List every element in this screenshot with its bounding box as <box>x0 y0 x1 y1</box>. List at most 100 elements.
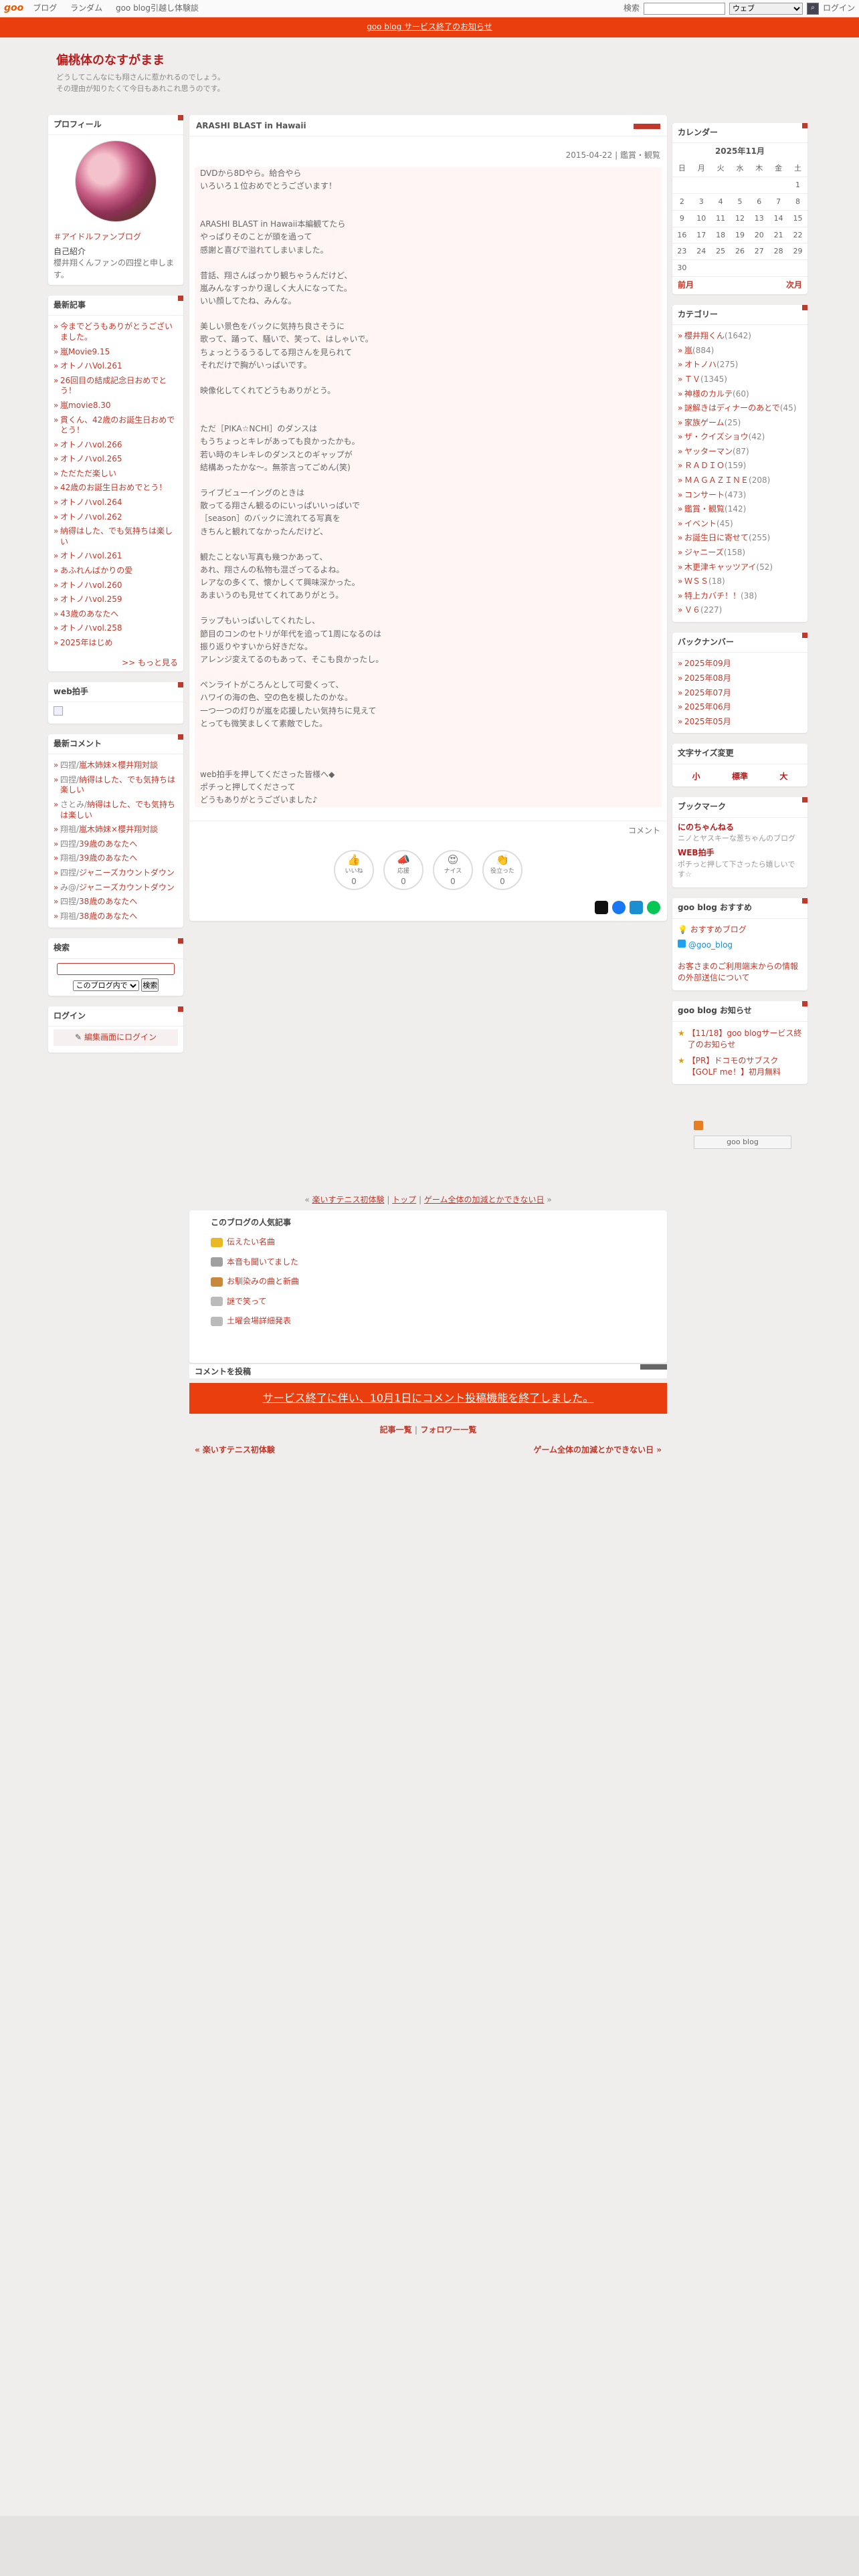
list-item[interactable]: オトノハvol.260 <box>54 578 178 593</box>
recent-post-link[interactable]: 42歳のお誕生日おめでとう！ <box>60 483 167 492</box>
comment-item[interactable]: 翔祖/嵐木姉妹×櫻井翔対談 <box>54 823 178 837</box>
list-item[interactable]: 納得はした、でも気持ちは楽しい <box>54 524 178 549</box>
category-link[interactable]: 櫻井翔くん <box>684 331 725 340</box>
list-item[interactable]: 嵐movie8.30 <box>54 399 178 413</box>
backnumber-item[interactable]: 2025年05月 <box>678 715 802 730</box>
backnumber-link[interactable]: 2025年06月 <box>684 702 731 712</box>
backnumber-link[interactable]: 2025年05月 <box>684 717 731 726</box>
next-entry-link[interactable]: ゲーム全体の加減とかできない日 <box>424 1195 545 1204</box>
nav-migrate[interactable]: goo blog引越し体験談 <box>116 3 199 13</box>
news-link[interactable]: 【11/18】goo blogサービス終了のお知らせ <box>688 1028 802 1051</box>
category-link[interactable]: ザ・クイズショウ <box>684 432 749 441</box>
recent-post-link[interactable]: 貫くん、42歳のお誕生日おめでとう！ <box>60 415 175 435</box>
recent-post-link[interactable]: 26回目の結成記念日おめでとう！ <box>60 376 167 396</box>
prev-entry-link[interactable]: 楽いすテニス初体験 <box>312 1195 384 1204</box>
category-item[interactable]: オトノハ(275) <box>678 358 802 372</box>
recent-post-link[interactable]: 2025年はじめ <box>60 638 113 647</box>
calendar-day[interactable]: 6 <box>749 193 769 211</box>
recent-post-link[interactable]: オトノハvol.265 <box>60 454 122 463</box>
edit-login-text[interactable]: 編集画面にログイン <box>84 1033 157 1042</box>
category-link[interactable]: 神様のカルテ <box>684 389 733 399</box>
recent-post-link[interactable]: ただただ楽しい <box>60 469 116 478</box>
recent-post-link[interactable]: オトノハvol.261 <box>60 551 122 560</box>
line-share-icon[interactable] <box>647 900 660 914</box>
popular-link[interactable]: 本音も聞いてました <box>227 1257 298 1268</box>
comment-item[interactable]: 四捏/39歳のあなたへ <box>54 837 178 852</box>
popular-item[interactable]: 伝えたい名曲 <box>211 1232 646 1252</box>
recent-post-link[interactable]: 今までどうもありがとうございました。 <box>60 322 173 342</box>
calendar-day[interactable]: 16 <box>672 227 692 244</box>
comment-closed-link[interactable]: サービス終了に伴い、10月1日にコメント投稿機能を終了しました。 <box>263 1390 594 1406</box>
category-item[interactable]: 木更津キャッツアイ(52) <box>678 560 802 575</box>
category-item[interactable]: Ｖ６(227) <box>678 603 802 618</box>
category-item[interactable]: ＴＶ(1345) <box>678 372 802 387</box>
avatar[interactable] <box>75 140 157 223</box>
backnumber-link[interactable]: 2025年07月 <box>684 688 731 697</box>
list-item[interactable]: 2025年はじめ <box>54 636 178 651</box>
x-share-icon[interactable] <box>595 900 608 914</box>
comment-item[interactable]: 四捏/38歳のあなたへ <box>54 895 178 909</box>
recent-post-link[interactable]: オトノハvol.264 <box>60 498 122 507</box>
twitter-link[interactable]: @goo_blog <box>688 940 733 950</box>
calendar-day[interactable]: 25 <box>710 243 731 261</box>
recent-post-link[interactable]: オトノハvol.258 <box>60 623 122 633</box>
category-item[interactable]: ヤッターマン(87) <box>678 445 802 459</box>
category-item[interactable]: ザ・クイズショウ(42) <box>678 430 802 445</box>
edit-login-link[interactable]: ✎ 編集画面にログイン <box>54 1029 178 1047</box>
comment-post-link[interactable]: 嵐木姉妹×櫻井翔対談 <box>79 760 158 770</box>
category-item[interactable]: 特上カバチ！！(38) <box>678 589 802 604</box>
category-item[interactable]: ＲＡＤＩＯ(159) <box>678 459 802 473</box>
nav-blog[interactable]: ブログ <box>33 3 57 13</box>
category-link[interactable]: 謎解きはディナーのあとで <box>684 403 780 413</box>
top-link[interactable]: トップ <box>392 1195 416 1204</box>
calendar-day[interactable]: 2 <box>672 193 692 211</box>
facebook-share-icon[interactable] <box>612 900 626 914</box>
search-scope-select[interactable]: ウェブ <box>729 2 803 15</box>
entry-list-link[interactable]: 記事一覧 <box>380 1425 412 1434</box>
recent-post-link[interactable]: オトノハvol.259 <box>60 595 122 604</box>
list-item[interactable]: 43歳のあなたへ <box>54 607 178 622</box>
category-item[interactable]: 謎解きはディナーのあとで(45) <box>678 401 802 416</box>
list-item[interactable]: あふれんばかりの愛 <box>54 564 178 578</box>
calendar-day[interactable]: 14 <box>769 210 789 227</box>
reaction-button[interactable]: 📣 応援 0 <box>383 849 423 890</box>
recommend-blog-row[interactable]: 💡 おすすめブログ <box>678 923 802 937</box>
backnumber-item[interactable]: 2025年08月 <box>678 671 802 686</box>
list-item[interactable]: オトノハvol.262 <box>54 510 178 525</box>
blog-search-input[interactable] <box>57 962 175 975</box>
list-item[interactable]: ただただ楽しい <box>54 467 178 481</box>
recent-post-link[interactable]: あふれんばかりの愛 <box>60 566 132 575</box>
comment-post-link[interactable]: 39歳のあなたへ <box>79 839 137 849</box>
recent-post-link[interactable]: オトノハvol.266 <box>60 440 122 449</box>
nav-random[interactable]: ランダム <box>70 3 102 13</box>
calendar-day[interactable]: 18 <box>710 227 731 244</box>
calendar-day[interactable]: 10 <box>691 210 711 227</box>
backnumber-link[interactable]: 2025年09月 <box>684 659 731 668</box>
comment-item[interactable]: 四捏/ジャニーズカウントダウン <box>54 866 178 881</box>
calendar-day[interactable]: 17 <box>691 227 711 244</box>
popular-item[interactable]: 本音も聞いてました <box>211 1253 646 1272</box>
category-link[interactable]: オトノハ <box>684 360 717 369</box>
category-link[interactable]: 家族ゲーム <box>684 418 725 427</box>
backnumber-link[interactable]: 2025年08月 <box>684 673 731 683</box>
category-link[interactable]: ジャニーズ <box>684 548 724 557</box>
recent-post-link[interactable]: オトノハVol.261 <box>60 361 122 370</box>
calendar-day[interactable]: 8 <box>788 193 807 211</box>
category-link[interactable]: ＴＶ <box>684 374 700 384</box>
calendar-day[interactable]: 28 <box>769 243 789 261</box>
calendar-day[interactable]: 11 <box>710 210 731 227</box>
comment-item[interactable]: さとみ/納得はした、でも気持ちは楽しい <box>54 798 178 823</box>
calendar-day[interactable]: 22 <box>788 227 807 244</box>
comment-post-link[interactable]: ジャニーズカウントダウン <box>79 868 175 877</box>
category-link[interactable]: ＭＡＧＡＺＩＮＥ <box>684 475 749 485</box>
list-item[interactable]: 貫くん、42歳のお誕生日おめでとう！ <box>54 413 178 438</box>
calendar-day[interactable]: 30 <box>672 259 692 278</box>
calendar-day[interactable]: 7 <box>769 193 789 211</box>
category-item[interactable]: 神様のカルテ(60) <box>678 387 802 402</box>
twitter-row[interactable]: @goo_blog <box>678 937 802 954</box>
news-link[interactable]: 【PR】ドコモのサブスク【GOLF me！】初月無料 <box>688 1055 802 1079</box>
calendar-day[interactable]: 5 <box>730 193 750 211</box>
external-info-row[interactable]: お客さまのご利用端末からの情報の外部送信について <box>678 954 802 987</box>
list-item[interactable]: オトノハvol.265 <box>54 452 178 467</box>
login-link[interactable]: ログイン <box>823 3 855 14</box>
